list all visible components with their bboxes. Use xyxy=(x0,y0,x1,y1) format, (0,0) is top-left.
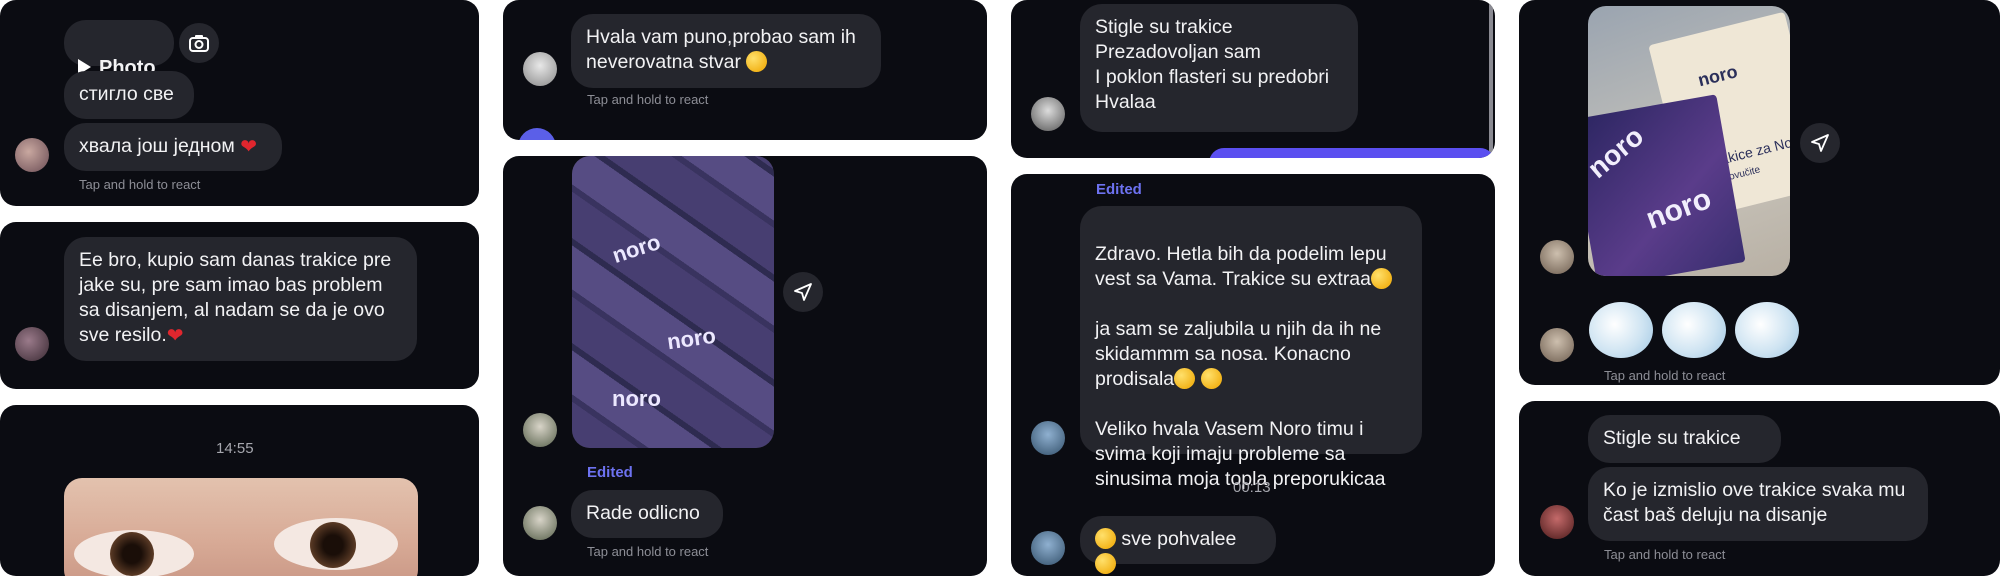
react-hint: Tap and hold to react xyxy=(1604,547,1726,562)
dash-emoji xyxy=(1662,302,1726,358)
message-text: sve pohvalee xyxy=(1121,528,1237,550)
chat-panel-6: Stigle su trakice Prezadovoljan sam I po… xyxy=(1011,0,1495,158)
send-icon xyxy=(794,283,812,301)
message-bubble[interactable]: sve pohvalee xyxy=(1080,516,1276,574)
sender-avatar[interactable] xyxy=(523,506,557,540)
message-bubble[interactable]: хвала још једном ❤ xyxy=(64,123,282,171)
shared-photo[interactable]: noro Trakice za Nos Povučite noro noro xyxy=(1588,6,1790,276)
chat-panel-9: Stigle su trakice Ko je izmislio ove tra… xyxy=(1519,401,2000,576)
scrollbar[interactable] xyxy=(1489,0,1493,158)
react-hint: Tap and hold to react xyxy=(79,177,201,192)
star-eyes-emoji xyxy=(1371,268,1392,289)
timestamp: 14:55 xyxy=(216,440,254,457)
shared-photo[interactable] xyxy=(64,478,418,576)
chat-panel-8: noro Trakice za Nos Povučite noro noro T… xyxy=(1519,0,2000,385)
dash-emoji xyxy=(1735,302,1799,358)
sender-avatar[interactable] xyxy=(15,327,49,361)
message-bubble[interactable]: Ee bro, kupio sam danas trakice pre jake… xyxy=(64,237,417,361)
timestamp: 00:13 xyxy=(1233,479,1271,496)
chat-panel-1: Photo стигло све хвала још једном ❤ Tap … xyxy=(0,0,479,206)
eye-left xyxy=(74,530,194,576)
dash-emoji xyxy=(1589,302,1653,358)
grin-emoji xyxy=(746,51,768,72)
message-bubble[interactable]: Stigle su trakice Prezadovoljan sam I po… xyxy=(1080,4,1358,132)
chat-panel-4: Hvala vam puno,probao sam ih neverovatna… xyxy=(503,0,987,140)
message-bubble[interactable]: Stigle su trakice xyxy=(1588,415,1781,463)
chat-panel-5: noro noro noro Edited Rade odlicno Tap a… xyxy=(503,156,987,576)
message-text: ja sam se zaljubila u njih da ih ne skid… xyxy=(1095,318,1382,390)
chat-panel-3: 14:55 xyxy=(0,405,479,576)
star-eyes-emoji xyxy=(1200,368,1222,389)
sender-avatar[interactable] xyxy=(15,138,49,172)
message-text: Rade odlicno xyxy=(586,502,700,524)
send-icon xyxy=(1811,134,1829,152)
message-text: Stigle su trakice Prezadovoljan sam I po… xyxy=(1095,16,1330,113)
message-bubble[interactable]: стигло све xyxy=(64,71,194,119)
message-bubble[interactable]: Rade odlicno xyxy=(571,490,723,538)
star-eyes-emoji xyxy=(1095,528,1116,549)
react-hint: Tap and hold to react xyxy=(587,544,709,559)
sender-avatar[interactable] xyxy=(1031,531,1065,565)
shared-photo[interactable]: noro noro noro xyxy=(572,156,774,448)
pack-logo: noro xyxy=(1588,120,1650,185)
heart-emoji: ❤ xyxy=(240,136,257,158)
share-button[interactable] xyxy=(783,272,823,312)
message-bubble[interactable]: Zdravo. Hetla bih da podelim lepu vest s… xyxy=(1080,206,1422,541)
chat-panel-2: Ee bro, kupio sam danas trakice pre jake… xyxy=(0,222,479,389)
message-text: Hvala vam puno,probao sam ih neverovatna… xyxy=(586,26,856,73)
sender-avatar[interactable] xyxy=(523,52,557,86)
camera-button[interactable] xyxy=(179,23,219,63)
heart-emoji: ❤ xyxy=(166,325,184,347)
sender-avatar[interactable] xyxy=(1031,421,1065,455)
sender-avatar[interactable] xyxy=(523,413,557,447)
message-bubble[interactable]: Hvala vam puno,probao sam ih neverovatna… xyxy=(571,14,881,88)
message-text: хвала још једном xyxy=(79,135,235,157)
kiss-emoji xyxy=(1174,368,1196,389)
sender-avatar[interactable] xyxy=(1031,97,1065,131)
sender-avatar[interactable] xyxy=(1540,505,1574,539)
edited-label: Edited xyxy=(1096,181,1142,198)
react-hint: Tap and hold to react xyxy=(1604,368,1726,383)
eye-right xyxy=(274,518,398,570)
react-hint: Tap and hold to react xyxy=(587,92,709,107)
message-text: Zdravo. Hetla bih da podelim lepu vest s… xyxy=(1095,243,1387,290)
photo-button[interactable]: Photo xyxy=(64,20,174,79)
compose-pill[interactable] xyxy=(1209,148,1495,158)
emoji-message[interactable] xyxy=(1589,298,1799,360)
message-text: стигло све xyxy=(79,83,174,105)
message-text: Ee bro, kupio sam danas trakice pre jake… xyxy=(79,249,392,346)
camera-icon xyxy=(189,35,209,52)
chat-panel-7: Edited Zdravo. Hetla bih da podelim lepu… xyxy=(1011,174,1495,576)
message-bubble[interactable]: Ko je izmislio ove trakice svaka mu čast… xyxy=(1588,467,1928,541)
pack-logo: noro xyxy=(612,386,661,411)
pack-logo: noro xyxy=(1641,182,1716,236)
sender-avatar[interactable] xyxy=(1540,328,1574,362)
message-text: Ko je izmislio ove trakice svaka mu čast… xyxy=(1603,479,1906,526)
edited-label: Edited xyxy=(587,464,633,481)
sender-avatar[interactable] xyxy=(1540,240,1574,274)
star-eyes-emoji xyxy=(1095,553,1116,574)
compose-bar[interactable] xyxy=(518,128,978,140)
message-text: Stigle su trakice xyxy=(1603,427,1741,449)
share-button[interactable] xyxy=(1800,123,1840,163)
box-logo: noro xyxy=(1695,61,1740,91)
